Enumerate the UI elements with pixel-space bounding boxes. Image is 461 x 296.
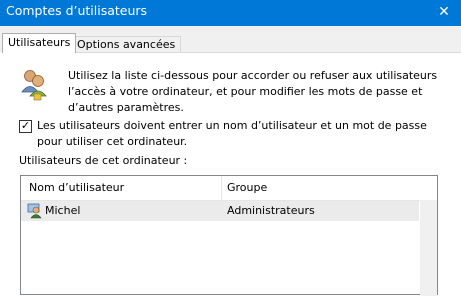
- column-header-username[interactable]: Nom d’utilisateur: [29, 181, 124, 194]
- user-name: Michel: [45, 204, 81, 217]
- users-list-label: Utilisateurs de cet ordinateur :: [19, 154, 188, 167]
- list-header: Nom d’utilisateur Groupe: [21, 176, 437, 201]
- close-icon[interactable]: ✕: [427, 0, 461, 26]
- tab-options-avancees[interactable]: Options avancées: [71, 36, 182, 53]
- user-admin-icon: [27, 203, 42, 219]
- column-divider[interactable]: [221, 176, 222, 200]
- user-group: Administrateurs: [227, 204, 315, 217]
- tab-utilisateurs[interactable]: Utilisateurs: [2, 33, 77, 53]
- require-password-checkbox[interactable]: ✓: [19, 120, 32, 133]
- users-list[interactable]: Nom d’utilisateur Groupe Michel Administ…: [20, 175, 438, 296]
- intro-text: Utilisez la liste ci-dessous pour accord…: [68, 69, 438, 114]
- column-header-group[interactable]: Groupe: [227, 181, 267, 194]
- users-icon: [21, 70, 47, 101]
- require-password-label[interactable]: Les utilisateurs doivent entrer un nom d…: [37, 118, 447, 150]
- list-scrollbar[interactable]: [420, 200, 437, 296]
- window-title: Comptes d’utilisateurs: [6, 3, 148, 18]
- list-item[interactable]: Michel Administrateurs: [21, 201, 419, 221]
- title-bar[interactable]: Comptes d’utilisateurs ✕: [0, 0, 461, 26]
